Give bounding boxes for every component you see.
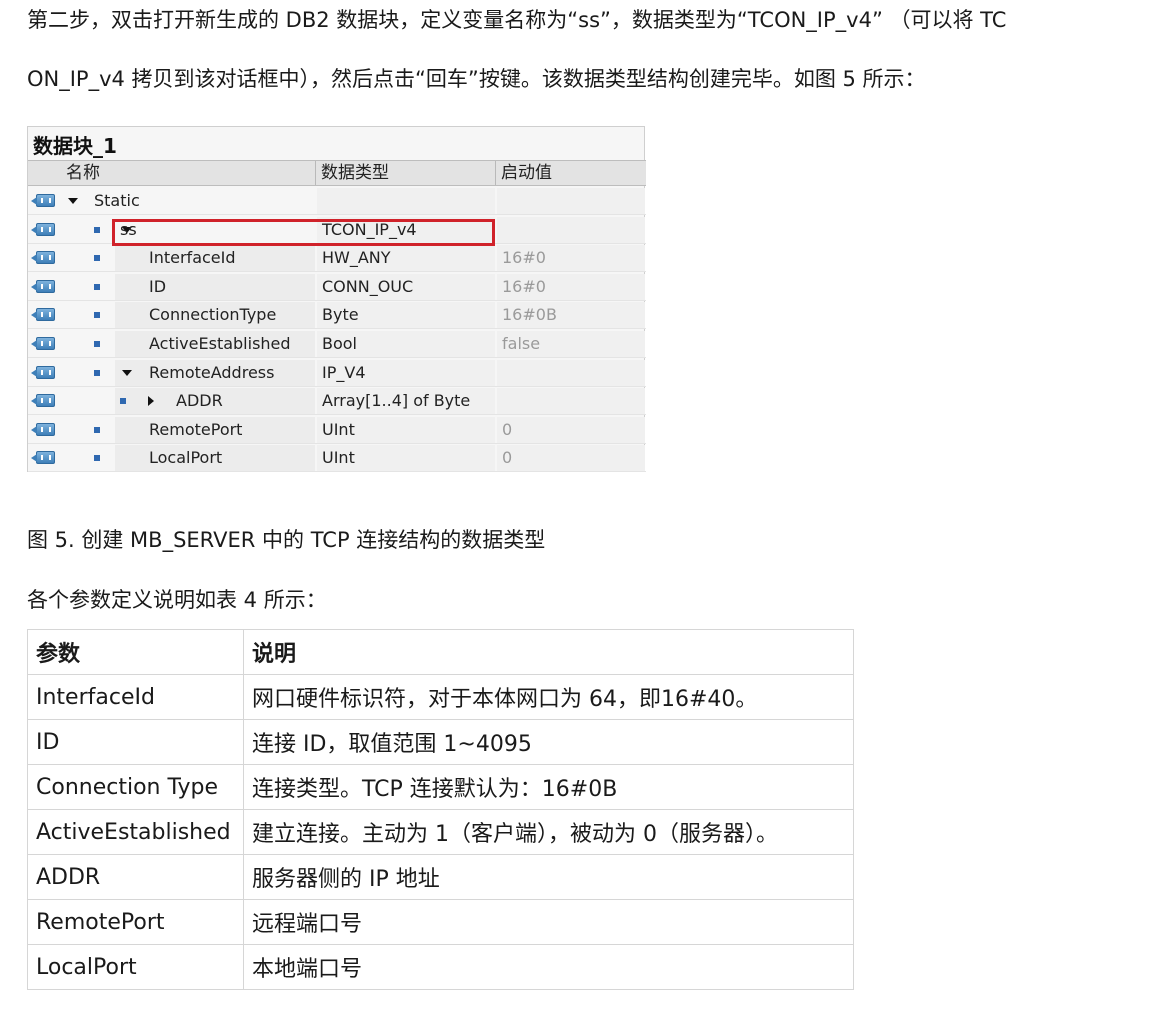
column-header-name: 名称 xyxy=(66,163,100,183)
db-interface-icon xyxy=(31,194,55,207)
table-row[interactable]: RemotePort UInt 0 xyxy=(28,416,646,444)
table-row: Connection Type 连接类型。TCP 连接默认为：16#0B xyxy=(27,764,854,810)
db-interface-icon xyxy=(31,451,55,465)
element-bullet-icon xyxy=(94,283,100,290)
row-name: Static xyxy=(94,191,140,210)
table-row[interactable]: ID CONN_OUC 16#0 xyxy=(28,273,646,301)
row-name: ActiveEstablished xyxy=(149,334,291,353)
table-row[interactable]: LocalPort UInt 0 xyxy=(28,444,646,473)
figure-caption: 图 5. 创建 MB_SERVER 中的 TCP 连接结构的数据类型 xyxy=(27,528,546,552)
param-name: LocalPort xyxy=(27,944,244,990)
column-header-start-value: 启动值 xyxy=(501,163,552,183)
row-type: IP_V4 xyxy=(322,362,366,382)
table-row: InterfaceId 网口硬件标识符，对于本体网口为 64，即16#40。 xyxy=(27,674,854,720)
row-name: ADDR xyxy=(176,391,223,411)
db-interface-icon xyxy=(31,365,55,379)
param-description: 服务器侧的 IP 地址 xyxy=(243,854,854,900)
table-row: RemotePort 远程端口号 xyxy=(27,899,854,945)
row-start-value: 0 xyxy=(502,419,513,439)
element-bullet-icon xyxy=(94,312,100,319)
param-name: RemotePort xyxy=(27,899,244,945)
step-paragraph-line-1: 第二步，双击打开新生成的 DB2 数据块，定义变量名称为“ss”，数据类型为“T… xyxy=(27,8,1007,32)
db-interface-icon xyxy=(31,308,55,322)
row-start-value: 0 xyxy=(502,448,513,468)
element-bullet-icon xyxy=(94,255,100,262)
param-description: 本地端口号 xyxy=(243,944,854,990)
param-description: 连接类型。TCP 连接默认为：16#0B xyxy=(243,764,854,810)
highlight-box xyxy=(112,219,495,246)
parameter-table: 参数 说明 InterfaceId 网口硬件标识符，对于本体网口为 64，即16#… xyxy=(27,629,854,990)
row-type: CONN_OUC xyxy=(322,276,414,296)
table-row: LocalPort 本地端口号 xyxy=(27,944,854,990)
param-name: InterfaceId xyxy=(27,674,244,720)
element-bullet-icon xyxy=(94,455,100,462)
element-bullet-icon xyxy=(94,226,100,233)
table-row[interactable]: ADDR Array[1..4] of Byte xyxy=(28,387,646,416)
table-row[interactable]: ConnectionType Byte 16#0B xyxy=(28,301,646,330)
table-header-row: 参数 说明 xyxy=(27,629,854,675)
row-type: UInt xyxy=(322,419,355,439)
row-start-value: 16#0 xyxy=(502,276,546,296)
param-name: ID xyxy=(27,719,244,765)
header-description: 说明 xyxy=(243,629,854,675)
data-block-figure: 数据块_1 名称 数据类型 启动值 Static ss TCON_IP_v4 Inte… xyxy=(27,126,646,473)
param-description: 远程端口号 xyxy=(243,899,854,945)
row-name: LocalPort xyxy=(149,448,223,468)
element-bullet-icon xyxy=(94,426,100,433)
db-interface-icon xyxy=(31,422,55,436)
table-row: ADDR 服务器侧的 IP 地址 xyxy=(27,854,854,900)
param-description: 建立连接。主动为 1（客户端），被动为 0（服务器）。 xyxy=(243,809,854,855)
row-start-value: 16#0B xyxy=(502,305,557,325)
db-interface-icon xyxy=(31,251,55,265)
row-type: UInt xyxy=(322,448,355,468)
header-param: 参数 xyxy=(27,629,244,675)
element-bullet-icon xyxy=(120,398,126,405)
collapse-arrow-icon[interactable] xyxy=(122,369,132,376)
db-interface-icon xyxy=(31,279,55,293)
row-start-value: 16#0 xyxy=(502,248,546,268)
column-header-type: 数据类型 xyxy=(321,163,389,183)
param-name: ADDR xyxy=(27,854,244,900)
row-name: ConnectionType xyxy=(149,305,277,325)
table-intro: 各个参数定义说明如表 4 所示： xyxy=(27,588,327,612)
row-name: RemoteAddress xyxy=(149,362,275,382)
db-interface-icon xyxy=(31,394,55,408)
param-name: ActiveEstablished xyxy=(27,809,244,855)
row-name: RemotePort xyxy=(149,419,243,439)
table-row[interactable]: Static xyxy=(28,187,646,215)
row-type: Array[1..4] of Byte xyxy=(322,391,471,411)
data-block-header: 名称 数据类型 启动值 xyxy=(28,160,646,186)
row-name: ID xyxy=(149,276,167,296)
row-start-value: false xyxy=(502,334,541,353)
row-type: Byte xyxy=(322,305,359,325)
row-type: HW_ANY xyxy=(322,248,391,268)
table-row: ID 连接 ID，取值范围 1~4095 xyxy=(27,719,854,765)
data-block-title: 数据块_1 xyxy=(33,134,117,158)
expand-arrow-icon[interactable] xyxy=(148,396,154,407)
collapse-arrow-icon[interactable] xyxy=(68,198,78,204)
row-name: InterfaceId xyxy=(149,248,236,268)
db-interface-icon xyxy=(31,222,55,236)
step-paragraph-line-2: ON_IP_v4 拷贝到该对话框中），然后点击“回车”按键。该数据类型结构创建完… xyxy=(27,67,926,91)
element-bullet-icon xyxy=(94,341,100,347)
table-row[interactable]: InterfaceId HW_ANY 16#0 xyxy=(28,244,646,273)
param-description: 网口硬件标识符，对于本体网口为 64，即16#40。 xyxy=(243,674,854,720)
table-row[interactable]: RemoteAddress IP_V4 xyxy=(28,359,646,387)
param-description: 连接 ID，取值范围 1~4095 xyxy=(243,719,854,765)
row-type: Bool xyxy=(322,334,357,353)
db-interface-icon xyxy=(31,337,55,350)
element-bullet-icon xyxy=(94,369,100,376)
table-row[interactable]: ActiveEstablished Bool false xyxy=(28,330,646,358)
table-row: ActiveEstablished 建立连接。主动为 1（客户端），被动为 0（服… xyxy=(27,809,854,855)
param-name: Connection Type xyxy=(27,764,244,810)
